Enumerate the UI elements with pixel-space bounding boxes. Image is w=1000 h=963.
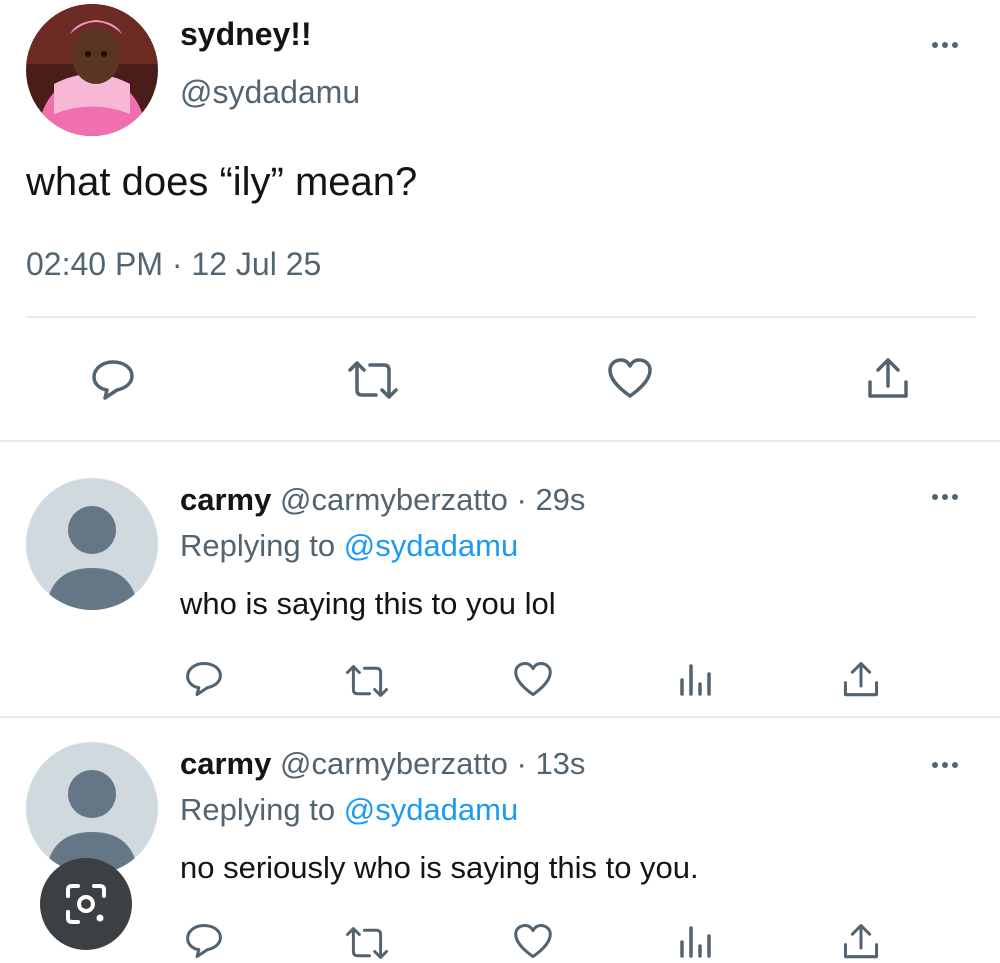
tweet-date: 12 Jul 25 xyxy=(191,246,322,282)
separator: · xyxy=(516,482,527,517)
replying-to-label: Replying to xyxy=(180,528,336,563)
divider xyxy=(0,440,1000,442)
replying-to-line: Replying to @sydadamu xyxy=(180,528,518,564)
replying-to-label: Replying to xyxy=(180,792,336,827)
tweet-time: 02:40 PM xyxy=(26,246,163,282)
reply-icon[interactable] xyxy=(184,922,224,960)
share-icon[interactable] xyxy=(842,922,880,962)
share-icon[interactable] xyxy=(842,660,880,700)
reply-2-header: carmy @carmyberzatto · 13s xyxy=(180,746,585,782)
more-icon[interactable] xyxy=(932,762,958,768)
retweet-icon[interactable] xyxy=(346,360,400,400)
share-icon[interactable] xyxy=(866,356,910,402)
analytics-icon[interactable] xyxy=(678,922,714,958)
main-tweet-text: what does “ily” mean? xyxy=(26,160,418,204)
reply-text: who is saying this to you lol xyxy=(180,586,556,621)
main-timestamp: 02:40 PM · 12 Jul 25 xyxy=(26,246,321,283)
carmy-avatar[interactable] xyxy=(26,742,158,874)
more-icon[interactable] xyxy=(932,42,958,48)
retweet-icon[interactable] xyxy=(344,926,390,960)
sydney-avatar[interactable] xyxy=(26,4,158,136)
reply-icon[interactable] xyxy=(90,358,136,402)
reply-display-name[interactable]: carmy xyxy=(180,746,271,781)
analytics-icon[interactable] xyxy=(678,660,714,696)
reply-handle[interactable]: @carmyberzatto xyxy=(280,746,508,781)
replying-to-link[interactable]: @sydadamu xyxy=(344,792,519,827)
like-icon[interactable] xyxy=(512,660,554,698)
reply-display-name[interactable]: carmy xyxy=(180,482,271,517)
separator: · xyxy=(171,246,183,282)
google-lens-button[interactable] xyxy=(40,858,132,950)
replying-to-line: Replying to @sydadamu xyxy=(180,792,518,828)
more-icon[interactable] xyxy=(932,494,958,500)
divider xyxy=(26,316,976,318)
main-handle[interactable]: @sydadamu xyxy=(180,74,360,111)
reply-age: 29s xyxy=(535,482,586,517)
reply-age: 13s xyxy=(535,746,586,781)
reply-1-header: carmy @carmyberzatto · 29s xyxy=(180,482,585,518)
reply-icon[interactable] xyxy=(184,660,224,698)
reply-text: no seriously who is saying this to you. xyxy=(180,850,699,885)
google-lens-icon xyxy=(62,880,110,928)
separator: · xyxy=(516,746,527,781)
divider xyxy=(0,716,1000,718)
main-display-name[interactable]: sydney!! xyxy=(180,16,312,53)
reply-handle[interactable]: @carmyberzatto xyxy=(280,482,508,517)
replying-to-link[interactable]: @sydadamu xyxy=(344,528,519,563)
retweet-icon[interactable] xyxy=(344,664,390,698)
carmy-avatar[interactable] xyxy=(26,478,158,610)
like-icon[interactable] xyxy=(606,356,654,400)
like-icon[interactable] xyxy=(512,922,554,960)
